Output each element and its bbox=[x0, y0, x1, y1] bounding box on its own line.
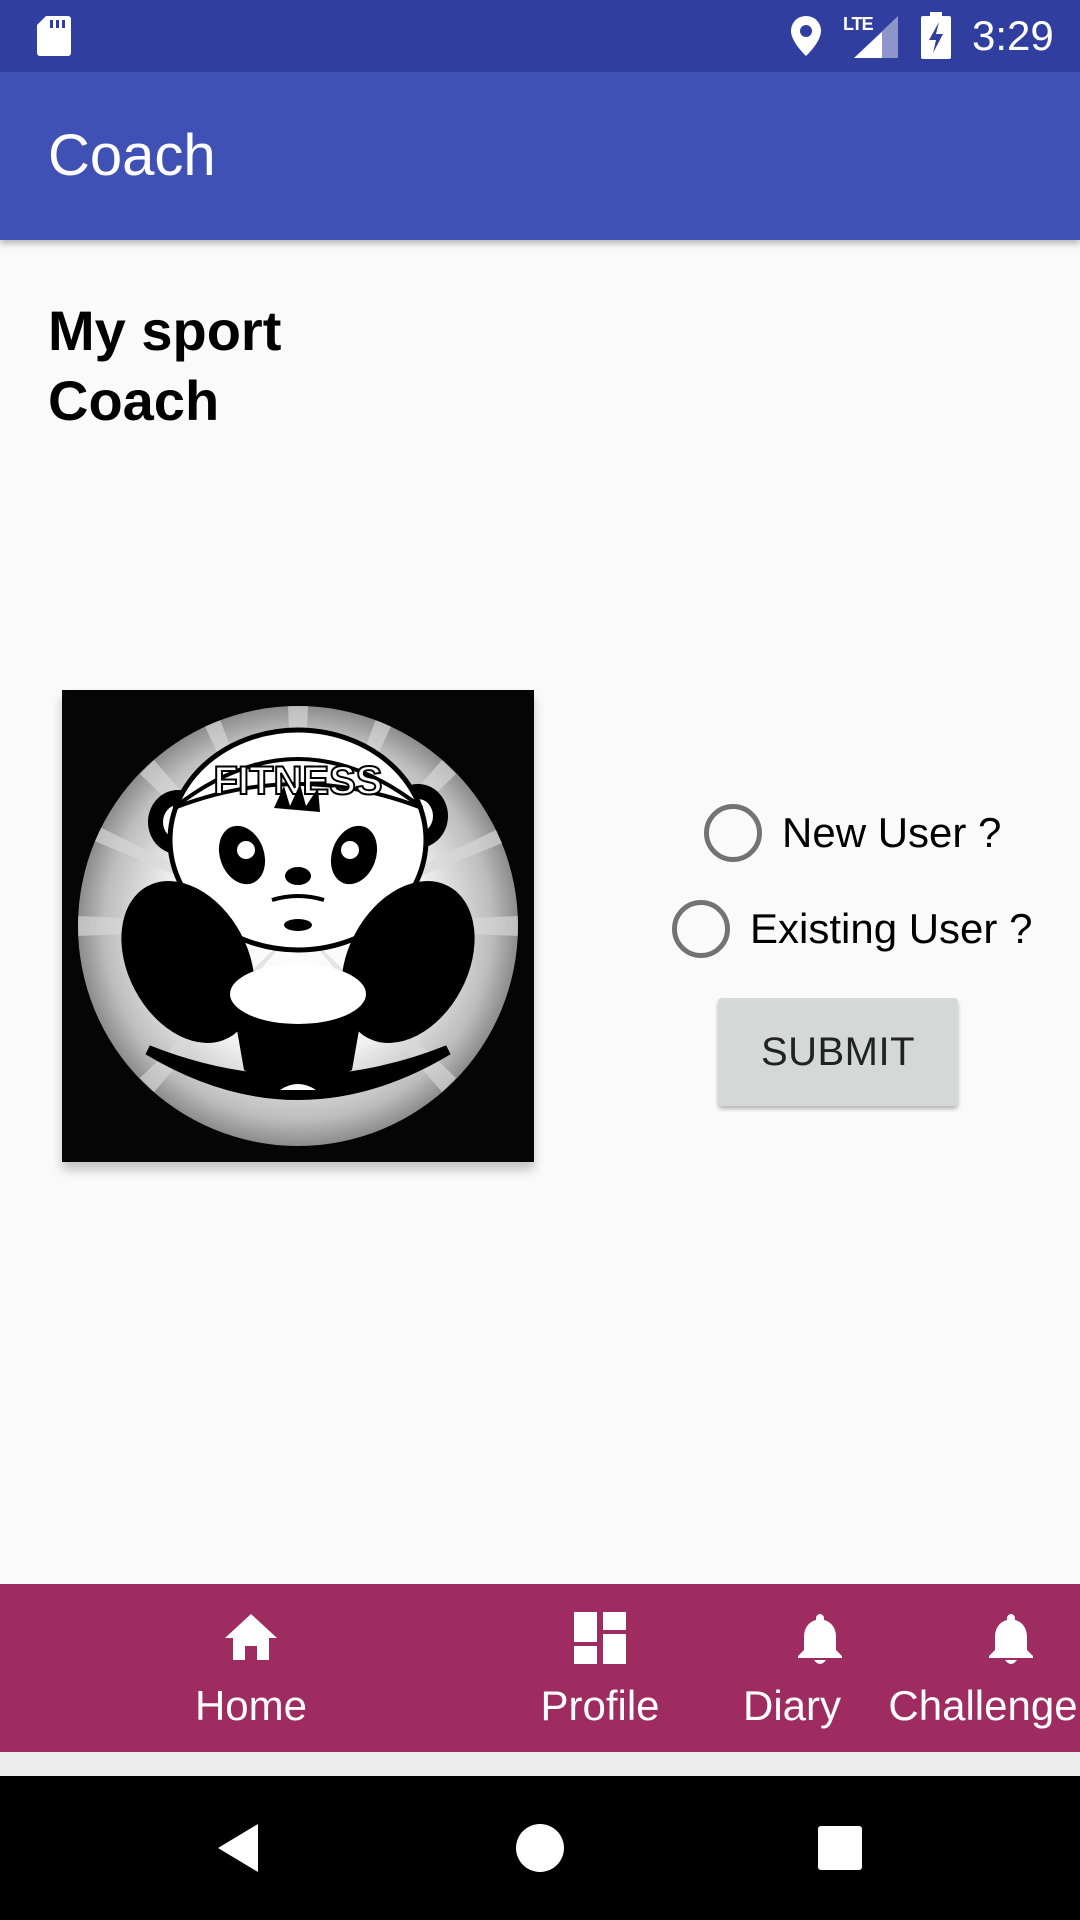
radio-new-user[interactable]: New User ? bbox=[704, 804, 1001, 862]
nav-label-challenge: Challenge bbox=[888, 1682, 1078, 1729]
page-heading-line-2: Coach bbox=[48, 369, 220, 432]
battery-charging-icon bbox=[921, 12, 951, 59]
status-bar: LTE 3:29 bbox=[0, 0, 1080, 72]
bell-icon bbox=[798, 1614, 842, 1664]
radio-existing-user[interactable]: Existing User ? bbox=[672, 900, 1032, 958]
nav-label-profile: Profile bbox=[540, 1682, 660, 1729]
home-icon bbox=[225, 1614, 277, 1660]
location-icon bbox=[791, 16, 821, 56]
home-circle-icon[interactable] bbox=[512, 1820, 568, 1876]
nav-item-profile[interactable]: Profile bbox=[500, 1584, 700, 1752]
submit-button[interactable]: SUBMIT bbox=[718, 998, 958, 1106]
bottom-navigation: Home Profile Diary Challenge bbox=[0, 1584, 1080, 1752]
sd-card-icon bbox=[37, 16, 71, 56]
page-heading-line-1: My sport bbox=[48, 299, 282, 362]
back-icon[interactable] bbox=[212, 1820, 268, 1876]
recents-icon[interactable] bbox=[812, 1820, 868, 1876]
radio-new-user-circle[interactable] bbox=[704, 804, 762, 862]
nav-label-diary: Diary bbox=[742, 1682, 842, 1729]
nav-item-diary[interactable]: Diary bbox=[700, 1584, 880, 1752]
fitness-logo-image: FITNESS bbox=[62, 690, 534, 1162]
radio-new-user-label: New User ? bbox=[782, 809, 1002, 856]
nav-item-challenge[interactable]: Challenge bbox=[880, 1584, 1080, 1752]
radio-existing-user-label: Existing User ? bbox=[750, 905, 1033, 952]
dashboard-icon bbox=[574, 1612, 626, 1664]
bell-icon bbox=[989, 1614, 1033, 1664]
network-type-label: LTE bbox=[843, 14, 874, 34]
app-title: Coach bbox=[48, 123, 216, 188]
panda-fitness-logo: FITNESS bbox=[62, 690, 534, 1162]
radio-existing-user-circle[interactable] bbox=[672, 900, 730, 958]
page-heading: My sport Coach bbox=[48, 296, 281, 436]
app-bar: Coach bbox=[0, 72, 1080, 240]
system-navigation-bar bbox=[0, 1776, 1080, 1920]
nav-item-home[interactable]: Home bbox=[0, 1584, 420, 1752]
nav-label-home: Home bbox=[194, 1682, 308, 1729]
bottom-nav-divider bbox=[0, 1752, 1080, 1776]
status-clock: 3:29 bbox=[972, 12, 1054, 59]
